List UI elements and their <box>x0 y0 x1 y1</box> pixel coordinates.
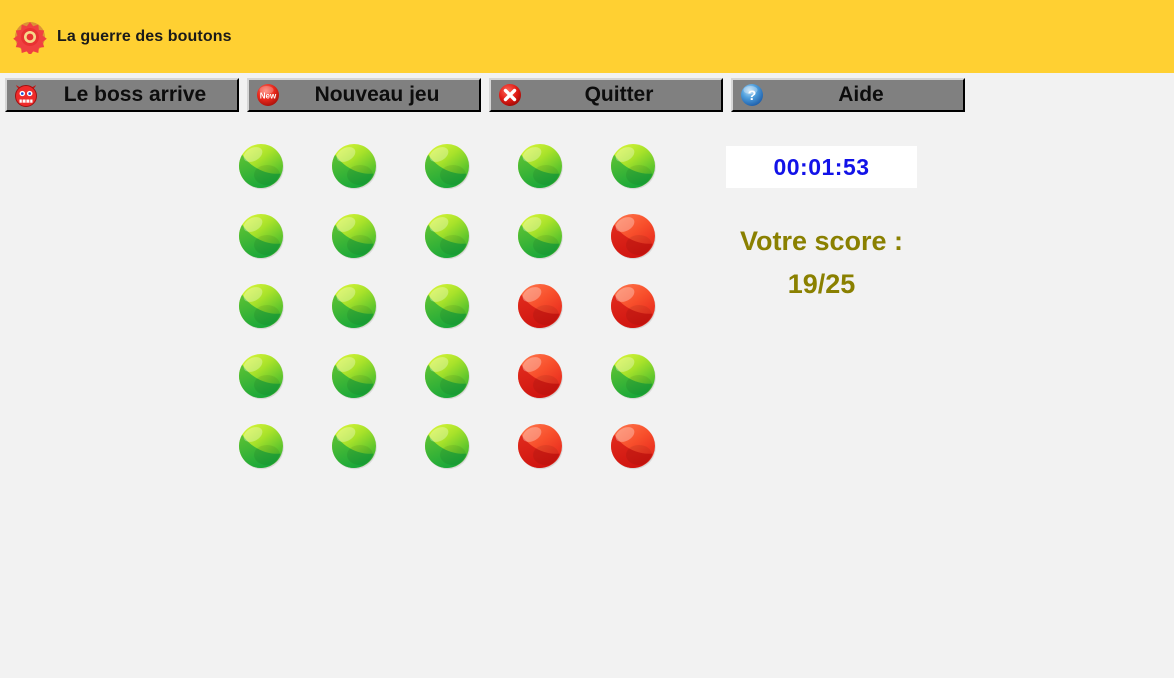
quit-button[interactable]: Quitter <box>489 78 723 112</box>
boss-arrives-button[interactable]: Le boss arrive <box>5 78 239 112</box>
game-button-green-r3c2[interactable] <box>330 282 378 330</box>
score-label: Votre score : <box>739 226 904 256</box>
main-toolbar: Le boss arrive New Nouveau jeu Quitter ?… <box>5 78 973 114</box>
game-button-green-r1c1[interactable] <box>237 142 285 190</box>
new-badge-icon: New <box>255 82 281 108</box>
game-button-green-r2c1[interactable] <box>237 212 285 260</box>
game-button-red-r4c4[interactable] <box>516 352 564 400</box>
game-button-green-r5c3[interactable] <box>423 422 471 470</box>
game-button-green-r1c4[interactable] <box>516 142 564 190</box>
game-button-red-r3c5[interactable] <box>609 282 657 330</box>
game-button-green-r4c1[interactable] <box>237 352 285 400</box>
help-button[interactable]: ? Aide <box>731 78 965 112</box>
page-title: La guerre des boutons <box>57 27 232 45</box>
score-value: 19/25 <box>787 269 856 299</box>
game-button-green-r2c3[interactable] <box>423 212 471 260</box>
game-button-red-r3c4[interactable] <box>516 282 564 330</box>
devil-smiley-icon <box>13 82 39 108</box>
game-button-green-r3c3[interactable] <box>423 282 471 330</box>
game-button-green-r4c3[interactable] <box>423 352 471 400</box>
boss-arrives-label: Le boss arrive <box>63 83 207 106</box>
blue-question-circle-icon: ? <box>739 82 765 108</box>
target-gear-icon <box>13 20 47 56</box>
svg-text:New: New <box>260 91 277 100</box>
timer-display: 00:01:53 <box>726 146 917 188</box>
window-titlebar: La guerre des boutons <box>0 0 1174 73</box>
game-button-green-r2c4[interactable] <box>516 212 564 260</box>
red-x-circle-icon <box>497 82 523 108</box>
game-button-green-r4c5[interactable] <box>609 352 657 400</box>
svg-text:?: ? <box>748 87 757 103</box>
help-label: Aide <box>838 83 884 106</box>
game-button-green-r5c1[interactable] <box>237 422 285 470</box>
timer-value: 00:01:53 <box>773 153 870 180</box>
new-game-label: Nouveau jeu <box>314 83 440 106</box>
score-block: Votre score : 19/25 <box>700 220 943 306</box>
game-button-green-r3c1[interactable] <box>237 282 285 330</box>
game-button-green-r1c2[interactable] <box>330 142 378 190</box>
game-button-green-r5c2[interactable] <box>330 422 378 470</box>
game-button-green-r4c2[interactable] <box>330 352 378 400</box>
game-button-green-r1c3[interactable] <box>423 142 471 190</box>
game-button-green-r2c2[interactable] <box>330 212 378 260</box>
button-grid <box>237 142 657 470</box>
game-button-red-r2c5[interactable] <box>609 212 657 260</box>
game-button-green-r1c5[interactable] <box>609 142 657 190</box>
quit-label: Quitter <box>584 83 654 106</box>
game-button-red-r5c5[interactable] <box>609 422 657 470</box>
game-button-red-r5c4[interactable] <box>516 422 564 470</box>
new-game-button[interactable]: New Nouveau jeu <box>247 78 481 112</box>
